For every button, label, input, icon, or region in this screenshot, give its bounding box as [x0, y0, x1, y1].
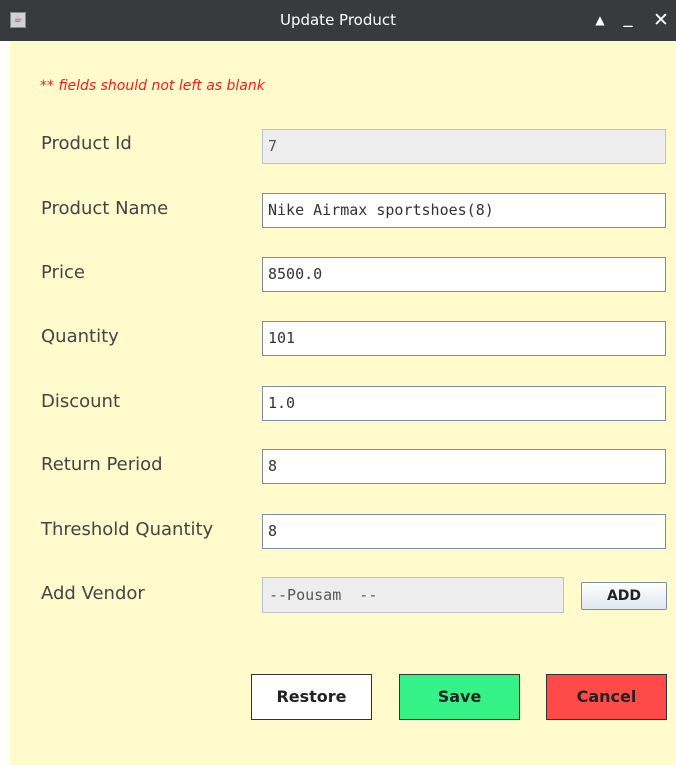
- required-note: ** fields should not left as blank: [40, 78, 265, 94]
- add-vendor-button[interactable]: ADD: [581, 582, 667, 610]
- vendor-select[interactable]: --Pousam --: [262, 577, 564, 613]
- cancel-button[interactable]: Cancel: [546, 674, 667, 720]
- form-panel: ** fields should not left as blank Produ…: [10, 41, 676, 765]
- add-vendor-label: Add Vendor: [41, 583, 145, 604]
- maximize-icon[interactable]: ▲: [590, 0, 610, 41]
- window-title: Update Product: [279, 11, 397, 29]
- price-label: Price: [41, 262, 85, 283]
- title-bar: ☕ Update Product ▲ _ ✕: [0, 0, 676, 41]
- product-id-label: Product Id: [41, 133, 132, 154]
- product-name-label: Product Name: [41, 198, 169, 219]
- close-icon[interactable]: ✕: [650, 0, 672, 41]
- threshold-quantity-label: Threshold Quantity: [41, 519, 214, 540]
- restore-button[interactable]: Restore: [251, 674, 372, 720]
- product-id-field: 7: [262, 129, 666, 164]
- return-period-label: Return Period: [41, 454, 163, 475]
- product-name-field[interactable]: Nike Airmax sportshoes(8): [262, 193, 666, 228]
- minimize-icon[interactable]: _: [618, 0, 638, 41]
- quantity-label: Quantity: [41, 326, 119, 347]
- price-field[interactable]: 8500.0: [262, 257, 666, 292]
- discount-label: Discount: [41, 391, 121, 412]
- save-button[interactable]: Save: [399, 674, 520, 720]
- quantity-field[interactable]: 101: [262, 321, 666, 356]
- threshold-quantity-field[interactable]: 8: [262, 514, 666, 549]
- discount-field[interactable]: 1.0: [262, 386, 666, 421]
- return-period-field[interactable]: 8: [262, 449, 666, 484]
